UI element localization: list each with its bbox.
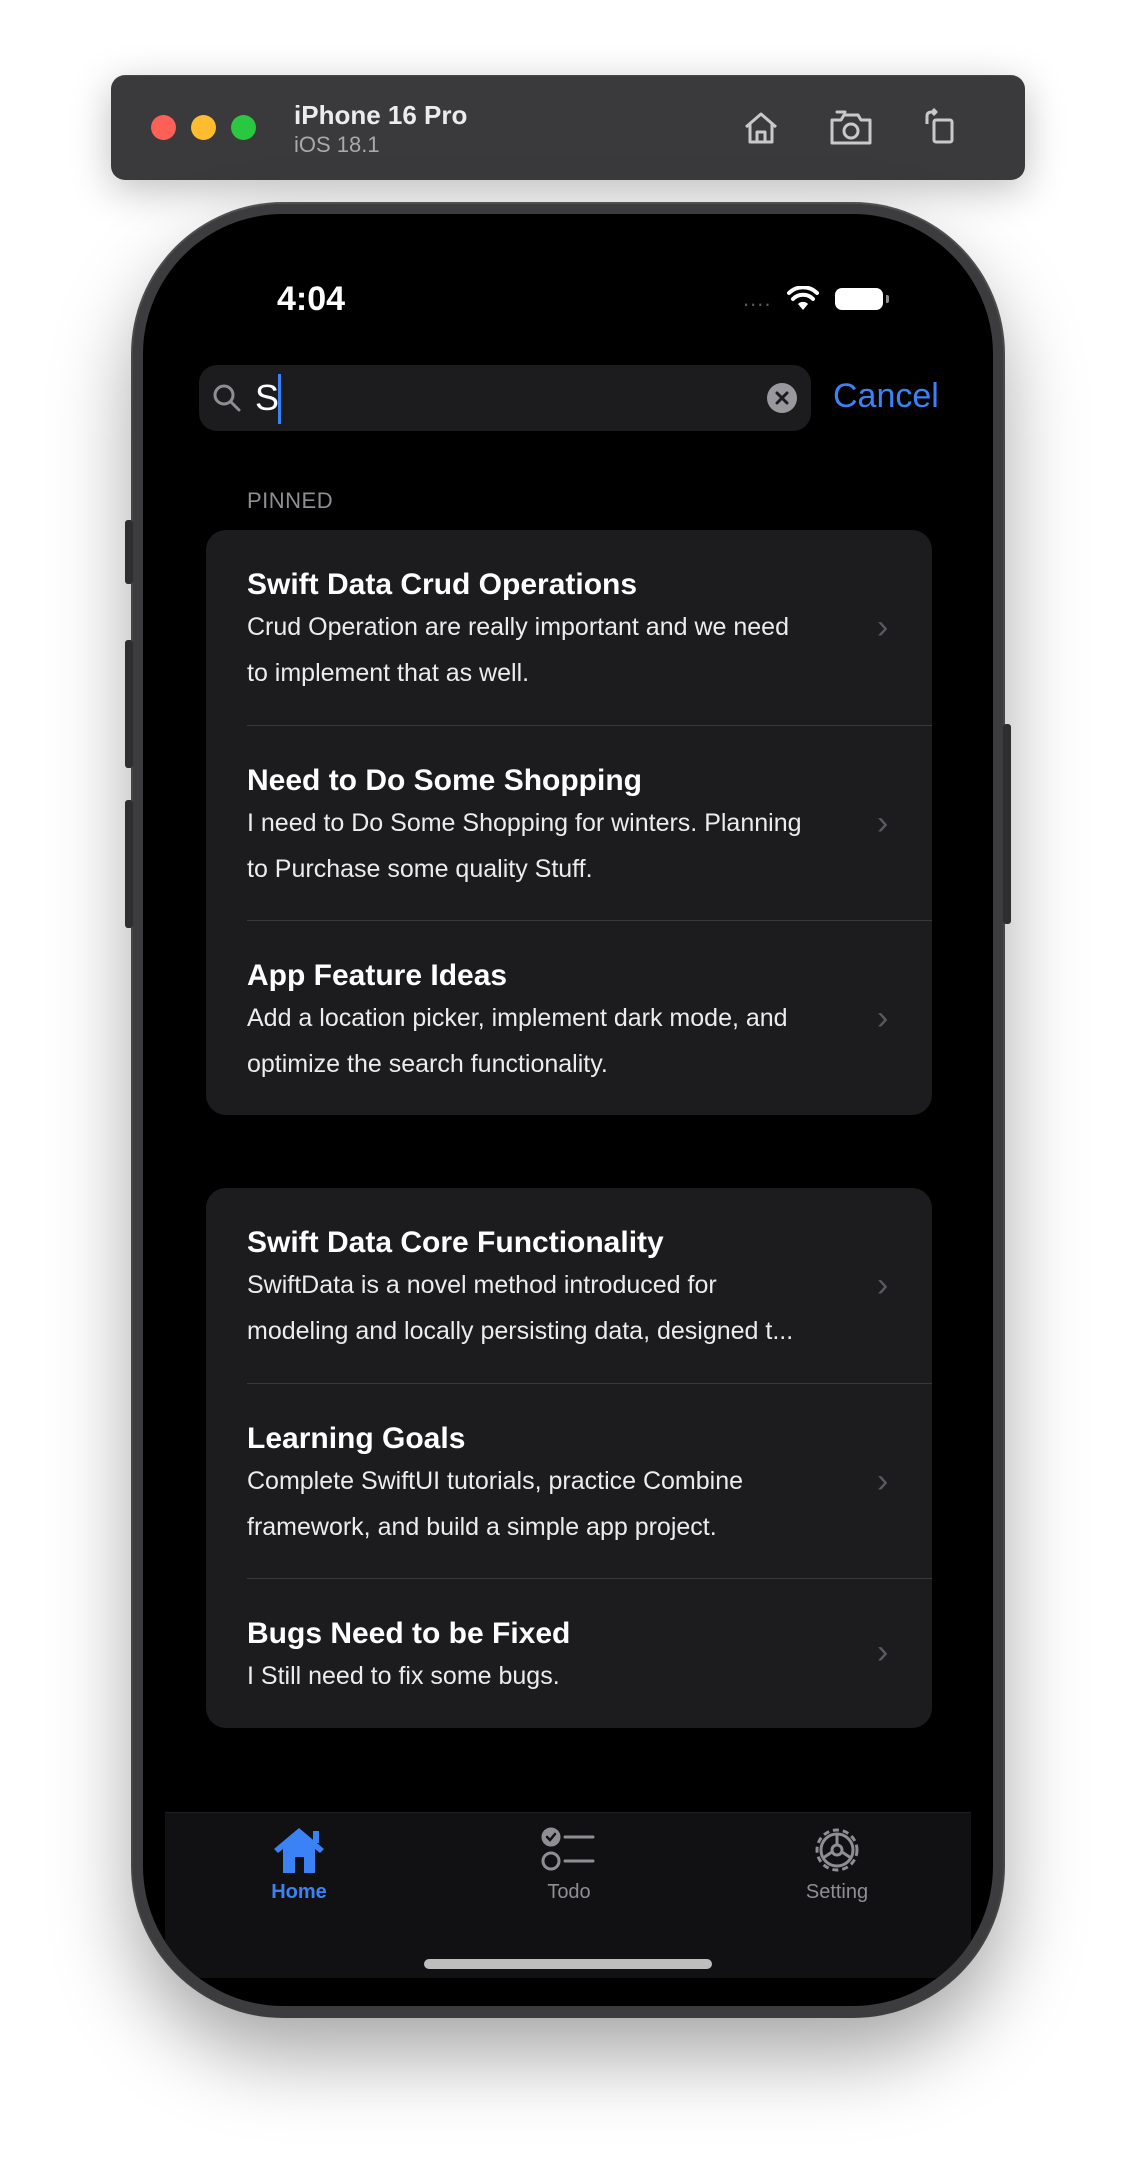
- tab-home[interactable]: Home: [219, 1825, 379, 1904]
- text-cursor: [278, 374, 281, 424]
- chevron-right-icon: ›: [877, 1633, 889, 1671]
- simulator-rotate-button[interactable]: [918, 105, 964, 151]
- search-field[interactable]: S: [199, 365, 811, 431]
- note-row[interactable]: Bugs Need to be Fixed I Still need to fi…: [206, 1579, 932, 1728]
- note-preview-line-2: optimize the search functionality.: [247, 1050, 608, 1078]
- tab-label: Todo: [547, 1881, 591, 1903]
- volume-up-button: [125, 640, 133, 768]
- tab-todo[interactable]: Todo: [489, 1825, 649, 1904]
- minimize-window-button[interactable]: [191, 115, 216, 140]
- close-window-button[interactable]: [151, 115, 176, 140]
- chevron-right-icon: ›: [877, 1462, 889, 1500]
- cellular-signal: ....: [743, 286, 772, 311]
- search-input[interactable]: S: [255, 377, 279, 419]
- simulator-title-bar: iPhone 16 Pro iOS 18.1: [111, 75, 1025, 180]
- magnifying-glass-icon: [213, 384, 241, 412]
- note-preview-line-1: I Still need to fix some bugs.: [247, 1662, 560, 1690]
- note-title: Swift Data Core Functionality: [247, 1226, 664, 1259]
- pinned-section-header: PINNED: [247, 488, 334, 513]
- battery-icon: [835, 288, 890, 310]
- tab-label: Setting: [805, 1881, 869, 1903]
- zoom-window-button[interactable]: [231, 115, 256, 140]
- tab-setting[interactable]: Setting: [757, 1825, 917, 1904]
- home-icon: [745, 112, 777, 144]
- status-time: 4:04: [277, 280, 346, 318]
- clear-search-button[interactable]: [767, 383, 797, 413]
- note-title: Need to Do Some Shopping: [247, 764, 642, 797]
- note-preview-line-1: Crud Operation are really important and …: [247, 613, 789, 641]
- rotate-icon: [925, 108, 954, 144]
- chevron-right-icon: ›: [877, 999, 889, 1037]
- home-indicator: [424, 1959, 712, 1969]
- note-title: App Feature Ideas: [247, 959, 508, 992]
- note-preview-line-2: framework, and build a simple app projec…: [247, 1513, 717, 1541]
- note-preview-line-1: Complete SwiftUI tutorials, practice Com…: [247, 1467, 744, 1495]
- gear-icon: [815, 1828, 859, 1872]
- note-row[interactable]: Swift Data Crud Operations Crud Operatio…: [206, 530, 932, 725]
- chevron-right-icon: ›: [877, 804, 889, 842]
- power-button: [1003, 724, 1011, 924]
- chevron-right-icon: ›: [877, 608, 889, 646]
- checklist-icon: [541, 1827, 595, 1871]
- note-row[interactable]: App Feature Ideas Add a location picker,…: [206, 921, 932, 1115]
- action-button: [125, 520, 133, 584]
- wifi-icon: [787, 286, 820, 310]
- pinned-notes-list: Swift Data Crud Operations Crud Operatio…: [206, 530, 932, 1115]
- tab-bar: Home Todo Setting: [165, 1812, 971, 1978]
- phone-screen: 4:04 .... S Cancel PINNED Swift Data Cru…: [143, 214, 993, 2006]
- note-row[interactable]: Learning Goals Complete SwiftUI tutorial…: [206, 1384, 932, 1579]
- note-preview-line-2: modeling and locally persisting data, de…: [247, 1317, 794, 1345]
- device-name: iPhone 16 Pro: [294, 100, 468, 130]
- simulator-screenshot-button[interactable]: [828, 105, 874, 151]
- os-version: iOS 18.1: [294, 132, 380, 157]
- simulator-home-button[interactable]: [738, 105, 784, 151]
- tab-label: Home: [271, 1881, 327, 1903]
- volume-down-button: [125, 800, 133, 928]
- note-preview-line-2: to implement that as well.: [247, 659, 530, 687]
- note-row[interactable]: Need to Do Some Shopping I need to Do So…: [206, 726, 932, 921]
- house-icon: [274, 1828, 324, 1873]
- note-preview-line-1: I need to Do Some Shopping for winters. …: [247, 809, 802, 837]
- note-title: Bugs Need to be Fixed: [247, 1617, 571, 1650]
- screenshot-icon: [830, 110, 872, 145]
- note-preview-line-1: SwiftData is a novel method introduced f…: [247, 1271, 717, 1299]
- cancel-button[interactable]: Cancel: [833, 377, 939, 416]
- note-title: Swift Data Crud Operations: [247, 568, 638, 601]
- note-preview-line-2: to Purchase some quality Stuff.: [247, 855, 593, 883]
- note-row[interactable]: Swift Data Core Functionality SwiftData …: [206, 1188, 932, 1383]
- note-preview-line-1: Add a location picker, implement dark mo…: [247, 1004, 788, 1032]
- note-title: Learning Goals: [247, 1422, 466, 1455]
- clear-icon: [775, 391, 789, 405]
- notes-list: Swift Data Core Functionality SwiftData …: [206, 1188, 932, 1728]
- status-indicators: ....: [743, 286, 890, 312]
- chevron-right-icon: ›: [877, 1266, 889, 1304]
